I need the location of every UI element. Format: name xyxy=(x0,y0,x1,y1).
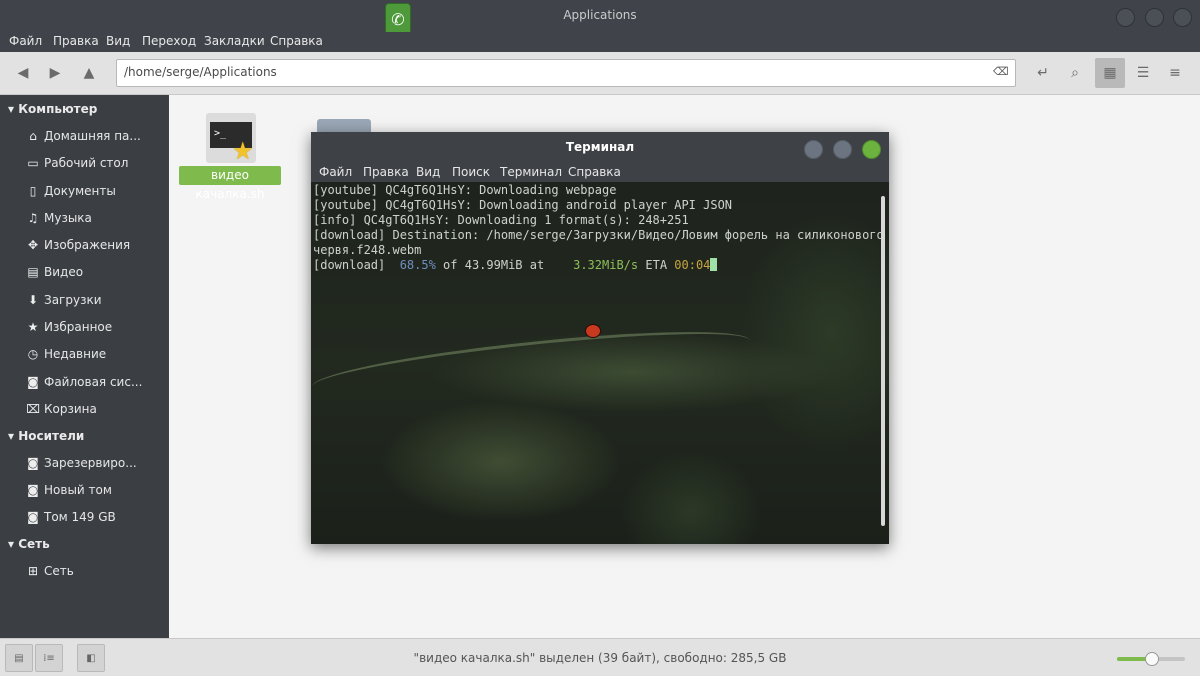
sidebar-item-recent[interactable]: ◷ Недавние xyxy=(26,347,106,361)
sidebar-item-favorites[interactable]: ★ Избранное xyxy=(26,320,113,334)
icon-view-button[interactable]: ▦ xyxy=(1095,58,1125,88)
progress-eta: 00:04 xyxy=(674,258,711,272)
terminal-line: [info] QC4gT6Q1HsY: Downloading 1 format… xyxy=(313,213,689,227)
sidebar-item-documents[interactable]: ▯ Документы xyxy=(26,184,116,198)
star-icon: ★ xyxy=(232,137,254,165)
terminal-close-button[interactable] xyxy=(862,140,881,159)
maximize-button[interactable] xyxy=(1145,8,1164,27)
terminal-scrollbar[interactable] xyxy=(881,196,885,526)
progress-prefix: [download] xyxy=(313,258,400,272)
progress-percent: 68.5% xyxy=(399,258,436,272)
sidebar-header-devices[interactable]: ▾ Носители xyxy=(8,429,84,443)
sidebar-item-home[interactable]: ⌂ Домашняя па... xyxy=(26,129,141,143)
terminal-menu-help[interactable]: Справка xyxy=(568,165,621,179)
network-icon: ⊞ xyxy=(27,564,39,578)
menu-go[interactable]: Переход xyxy=(142,34,196,48)
progress-size: of 43.99MiB at xyxy=(435,258,574,272)
terminal-title: Терминал xyxy=(565,140,635,154)
image-icon: ✥ xyxy=(27,238,39,252)
toolbar: ◀ ▶ ▲ /home/serge/Applications ⌫ ↵ ⌕ ▦ ☰… xyxy=(0,52,1200,95)
folder-icon[interactable] xyxy=(317,119,371,133)
menu-edit[interactable]: Правка xyxy=(53,34,99,48)
trash-icon: ⌧ xyxy=(26,402,40,416)
forward-arrow-icon[interactable]: ▶ xyxy=(42,60,68,86)
terminal-menubar: Файл Правка Вид Поиск Терминал Справка xyxy=(311,162,889,182)
location-path: /home/serge/Applications xyxy=(124,65,277,79)
progress-speed: 3.32MiB/s xyxy=(573,258,639,272)
terminal-menu-file[interactable]: Файл xyxy=(319,165,352,179)
drive-icon: ◙ xyxy=(27,375,39,389)
terminal-menu-terminal[interactable]: Терминал xyxy=(500,165,562,179)
sidebar-item-music[interactable]: ♫ Музыка xyxy=(26,211,92,225)
drive-icon: ◙ xyxy=(27,483,39,497)
terminal-line: [youtube] QC4gT6Q1HsY: Downloading webpa… xyxy=(313,183,617,197)
terminal-menu-view[interactable]: Вид xyxy=(416,165,440,179)
clear-location-icon[interactable]: ⌫ xyxy=(993,65,1009,79)
sidebar-item-volume-149[interactable]: ◙ Том 149 GB xyxy=(26,510,116,524)
close-button[interactable] xyxy=(1173,8,1192,27)
up-arrow-icon[interactable]: ▲ xyxy=(76,60,102,86)
zoom-slider-knob[interactable] xyxy=(1145,652,1159,666)
terminal-menu-edit[interactable]: Правка xyxy=(363,165,409,179)
menu-file[interactable]: Файл xyxy=(9,34,42,48)
terminal-output[interactable]: [youtube] QC4gT6Q1HsY: Downloading webpa… xyxy=(311,182,889,544)
file-name-label[interactable]: видео качалка.sh xyxy=(179,166,281,201)
drive-icon: ◙ xyxy=(27,456,39,470)
terminal-line: [download] Destination: /home/serge/Загр… xyxy=(313,228,884,242)
background-leaf xyxy=(311,319,753,408)
drive-icon: ◙ xyxy=(27,510,39,524)
zoom-slider[interactable] xyxy=(1117,652,1185,666)
minimize-button[interactable] xyxy=(1116,8,1135,27)
terminal-line: [youtube] QC4gT6Q1HsY: Downloading andro… xyxy=(313,198,733,212)
sidebar-header-computer[interactable]: ▾ Компьютер xyxy=(8,102,97,116)
sidebar-item-new-volume[interactable]: ◙ Новый том xyxy=(26,483,112,497)
home-icon: ⌂ xyxy=(29,129,37,143)
ladybug-image xyxy=(585,324,601,338)
terminal-line: червя.f248.webm xyxy=(313,243,422,257)
terminal-minimize-button[interactable] xyxy=(804,140,823,159)
sidebar-item-trash[interactable]: ⌧ Корзина xyxy=(26,402,97,416)
search-icon[interactable]: ⌕ xyxy=(1062,60,1088,86)
menu-view[interactable]: Вид xyxy=(106,34,130,48)
desktop-icon: ▭ xyxy=(27,156,39,170)
sidebar-item-video[interactable]: ▤ Видео xyxy=(26,265,83,279)
terminal-script-icon[interactable]: >_ ★ xyxy=(206,113,256,165)
terminal-window[interactable]: Терминал Файл Правка Вид Поиск Терминал … xyxy=(311,132,889,544)
terminal-progress-line: [download] 68.5% of 43.99MiB at 3.32MiB/… xyxy=(313,258,884,273)
download-icon: ⬇ xyxy=(27,293,39,307)
window-titlebar[interactable]: ✆ Applications xyxy=(0,0,1200,35)
clock-icon: ◷ xyxy=(27,347,39,361)
music-icon: ♫ xyxy=(27,211,39,225)
window-title: Applications xyxy=(563,8,637,22)
terminal-text: [youtube] QC4gT6Q1HsY: Downloading webpa… xyxy=(313,183,884,273)
document-icon: ▯ xyxy=(29,184,37,198)
star-icon: ★ xyxy=(27,320,39,334)
terminal-cursor xyxy=(710,258,718,271)
sidebar-header-network[interactable]: ▾ Сеть xyxy=(8,537,50,551)
sidebar-item-filesystem[interactable]: ◙ Файловая сис... xyxy=(26,375,142,389)
terminal-titlebar[interactable]: Терминал xyxy=(311,132,889,162)
terminal-menu-search[interactable]: Поиск xyxy=(452,165,490,179)
terminal-maximize-button[interactable] xyxy=(833,140,852,159)
location-input[interactable]: /home/serge/Applications ⌫ xyxy=(116,59,1016,87)
sidebar-item-reserved[interactable]: ◙ Зарезервиро... xyxy=(26,456,137,470)
back-arrow-icon[interactable]: ◀ xyxy=(10,60,36,86)
menubar: Файл Правка Вид Переход Закладки Справка xyxy=(0,32,1200,52)
menu-help[interactable]: Справка xyxy=(270,34,323,48)
sidebar-item-downloads[interactable]: ⬇ Загрузки xyxy=(26,293,102,307)
progress-eta-label: ETA xyxy=(638,258,675,272)
video-icon: ▤ xyxy=(27,265,39,279)
sidebar: ▾ Компьютер ⌂ Домашняя па... ▭ Рабочий сто… xyxy=(0,95,168,638)
statusbar: ▤ ⁞≡ ◧ "видео качалка.sh" выделен (39 ба… xyxy=(0,638,1200,676)
status-text: "видео качалка.sh" выделен (39 байт), св… xyxy=(413,651,787,665)
compact-view-icon[interactable]: ≡ xyxy=(1162,60,1188,86)
list-view-icon[interactable]: ☰ xyxy=(1130,60,1156,86)
sidebar-item-network[interactable]: ⊞ Сеть xyxy=(26,564,74,578)
sidebar-item-images[interactable]: ✥ Изображения xyxy=(26,238,130,252)
sidebar-item-desktop[interactable]: ▭ Рабочий стол xyxy=(26,156,128,170)
toggle-location-icon[interactable]: ↵ xyxy=(1030,60,1056,86)
menu-bookmarks[interactable]: Закладки xyxy=(204,34,265,48)
